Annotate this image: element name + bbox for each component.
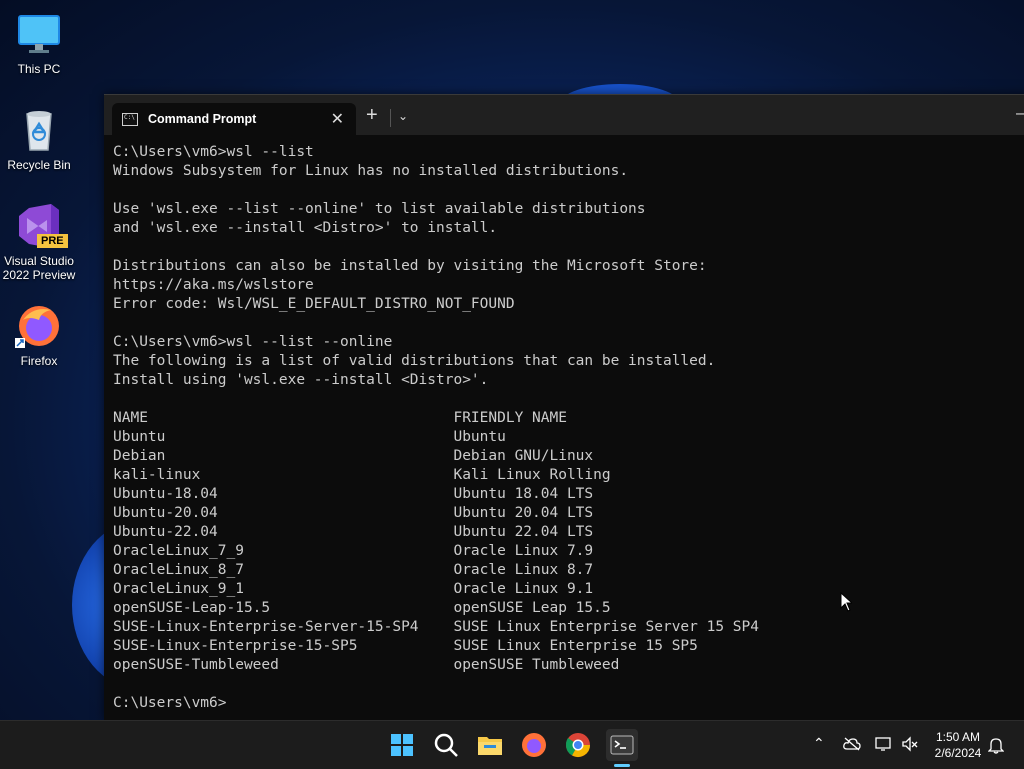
chrome-taskbar-button[interactable] [562,729,594,761]
close-tab-button[interactable]: ✕ [331,109,344,129]
divider [390,109,391,127]
console-line: Ubuntu Ubuntu [113,429,506,445]
console-line: https://aka.ms/wslstore [113,277,314,293]
terminal-window[interactable]: C:\ Command Prompt ✕ + ⌄ — C:\Users\vm6>… [104,94,1024,721]
monitor-icon [15,10,63,58]
console-line: C:\Users\vm6>wsl --list [113,144,314,160]
desktop-icon-label: Recycle Bin [7,158,71,172]
desktop-icon-label: Firefox [20,354,58,368]
chevron-down-icon[interactable]: ⌄ [398,109,408,123]
console-output[interactable]: C:\Users\vm6>wsl --list Windows Subsystem… [113,143,1024,721]
volume-muted-icon[interactable] [901,736,919,752]
console-line: kali-linux Kali Linux Rolling [113,467,611,483]
terminal-taskbar-button[interactable] [606,729,638,761]
network-icon[interactable] [875,736,893,752]
terminal-icon [610,735,634,755]
chrome-icon [565,733,590,758]
mouse-cursor-icon [840,592,852,612]
clock-date: 2/6/2024 [934,746,982,760]
search-icon [434,733,458,757]
search-button[interactable] [430,729,462,761]
console-line: Error code: Wsl/WSL_E_DEFAULT_DISTRO_NOT… [113,296,515,312]
desktop-icon-firefox[interactable]: Firefox [0,302,78,368]
title-bar[interactable]: C:\ Command Prompt ✕ + ⌄ — [104,95,1024,135]
console-line: Install using 'wsl.exe --install <Distro… [113,372,489,388]
new-tab-button[interactable]: + [366,105,378,125]
desktop-icon-label: Visual Studio 2022 Preview [2,254,76,282]
console-line: SUSE-Linux-Enterprise-15-SP5 SUSE Linux … [113,638,698,654]
console-line: Distributions can also be installed by v… [113,258,707,274]
file-explorer-button[interactable] [474,729,506,761]
taskbar: ⌃ 1:50 AM 2/6/2024 [0,720,1024,769]
console-line: OracleLinux_9_1 Oracle Linux 9.1 [113,581,594,597]
console-line: Ubuntu-20.04 Ubuntu 20.04 LTS [113,505,594,521]
console-line: Ubuntu-18.04 Ubuntu 18.04 LTS [113,486,594,502]
desktop-icon-visual-studio[interactable]: PRE Visual Studio 2022 Preview [0,202,78,282]
firefox-taskbar-button[interactable] [518,729,550,761]
console-line: Windows Subsystem for Linux has no insta… [113,163,629,179]
console-line: SUSE-Linux-Enterprise-Server-15-SP4 SUSE… [113,619,760,635]
start-icon [391,734,413,756]
start-button[interactable] [386,729,418,761]
console-line: OracleLinux_8_7 Oracle Linux 8.7 [113,562,594,578]
tab-title: Command Prompt [148,112,257,126]
visual-studio-icon: PRE [15,202,68,250]
firefox-icon [15,302,63,350]
console-line: openSUSE-Leap-15.5 openSUSE Leap 15.5 [113,600,611,616]
active-indicator [614,764,630,767]
console-line: openSUSE-Tumbleweed openSUSE Tumbleweed [113,657,620,673]
console-line: OracleLinux_7_9 Oracle Linux 7.9 [113,543,594,559]
console-line: Use 'wsl.exe --list --online' to list av… [113,201,646,217]
notification-bell-icon[interactable] [988,736,1004,754]
console-line: C:\Users\vm6>wsl --list --online [113,334,393,350]
command-prompt-icon: C:\ [122,113,138,126]
console-line: C:\Users\vm6> [113,695,227,711]
tab-command-prompt[interactable]: C:\ Command Prompt ✕ [112,103,356,135]
preview-badge: PRE [37,234,68,248]
console-line: NAME FRIENDLY NAME [113,410,567,426]
recycle-bin-icon [15,106,63,154]
clock-time: 1:50 AM [935,730,981,744]
firefox-icon [522,733,546,757]
console-line: Ubuntu-22.04 Ubuntu 22.04 LTS [113,524,594,540]
cloud-offline-icon[interactable] [843,737,861,751]
console-line: Debian Debian GNU/Linux [113,448,594,464]
file-explorer-icon [478,737,502,755]
chevron-up-icon[interactable]: ⌃ [813,735,825,752]
desktop-icon-label: This PC [17,62,61,76]
console-line: The following is a list of valid distrib… [113,353,716,369]
system-clock[interactable]: 1:50 AM 2/6/2024 [928,729,988,761]
minimize-button[interactable]: — [1016,105,1024,123]
desktop-icon-recycle-bin[interactable]: Recycle Bin [0,106,78,172]
desktop-icon-this-pc[interactable]: This PC [0,10,78,76]
console-line: and 'wsl.exe --install <Distro>' to inst… [113,220,498,236]
